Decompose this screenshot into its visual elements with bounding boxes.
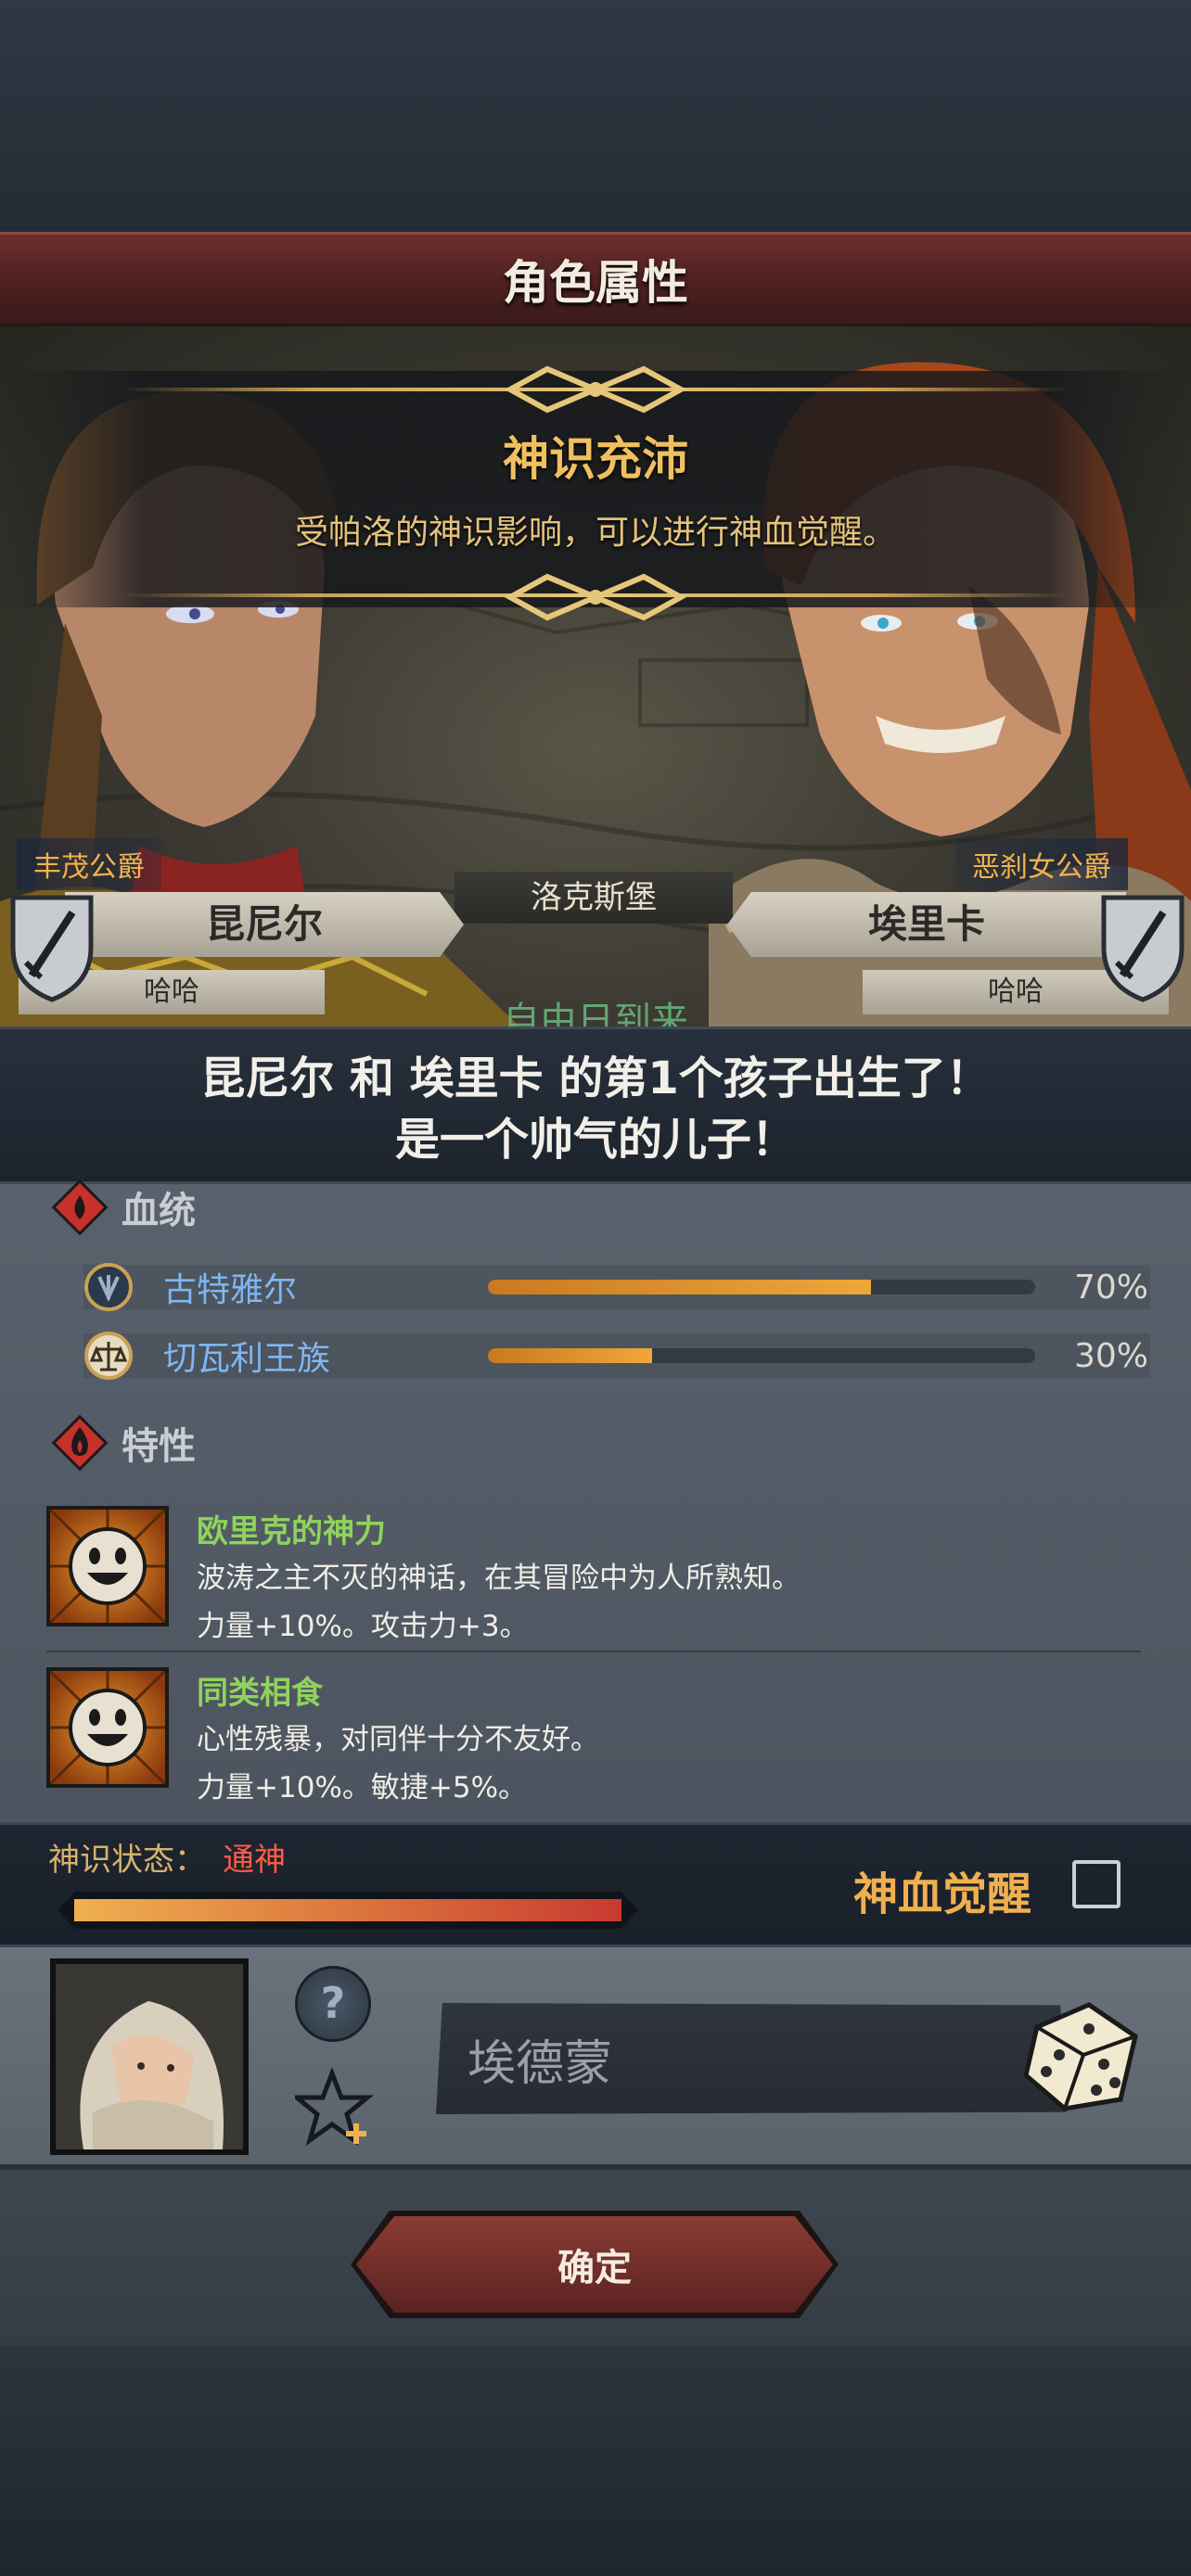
banner-ornament-top-icon — [504, 365, 687, 414]
bloodline-bar-fill — [488, 1280, 871, 1294]
trait-icon-frame — [46, 1667, 169, 1788]
trait-icon-frame — [46, 1506, 169, 1626]
divine-status-value: 通神 — [223, 1842, 286, 1879]
bloodline-bar — [488, 1280, 1035, 1294]
father-name-plate[interactable]: 昆尼尔 — [65, 892, 464, 957]
trait-item[interactable]: 同类相食 心性残暴，对同伴十分不友好。 力量+10%。敏捷+5%。 — [46, 1667, 1159, 1804]
mother-name-plate[interactable]: 埃里卡 — [727, 892, 1126, 957]
trait-name: 同类相食 — [197, 1675, 323, 1712]
bloodline-header-label: 血统 — [122, 1190, 196, 1232]
announcement-line-1: 昆尼尔 和 埃里卡 的第1个孩子出生了！ — [200, 1052, 991, 1104]
help-button[interactable]: ? — [295, 1966, 371, 2042]
father-title: 丰茂公爵 — [17, 838, 161, 890]
traits-header: 特性 — [51, 1413, 700, 1473]
bloodline-percent: 70% — [1073, 1268, 1148, 1307]
bloodline-name: 切瓦利王族 — [163, 1340, 331, 1378]
trait-effect: 力量+10%。敏捷+5%。 — [197, 1771, 528, 1804]
gutejar-emblem-icon — [84, 1263, 133, 1311]
top-background — [0, 0, 1191, 232]
trait-name: 欧里克的神力 — [197, 1513, 386, 1550]
footer-background — [0, 2346, 1191, 2576]
blood-awaken-label: 神血觉醒 — [853, 1868, 1032, 1920]
child-avatar — [50, 1958, 249, 2155]
bloodline-header: 血统 — [51, 1178, 700, 1237]
mother-sword-shield-icon — [1101, 895, 1185, 1002]
trait-effect: 力量+10%。攻击力+3。 — [197, 1610, 529, 1643]
flame-icon — [51, 1414, 109, 1472]
banner-title: 神识充沛 — [503, 432, 688, 486]
divine-status-fill — [74, 1899, 621, 1921]
bloodline-percent: 30% — [1073, 1336, 1148, 1375]
blood-awaken-checkbox[interactable] — [1072, 1860, 1121, 1908]
father-sword-shield-icon — [10, 895, 94, 1002]
page-title: 角色属性 — [503, 256, 688, 310]
traits-header-label: 特性 — [122, 1425, 196, 1468]
birth-announcement: 昆尼尔 和 埃里卡 的第1个孩子出生了！ 是一个帅气的儿子！ — [0, 1027, 1191, 1184]
bloodline-bar-fill — [488, 1348, 652, 1363]
trait-description: 心性残暴，对同伴十分不友好。 — [197, 1723, 599, 1756]
random-dice-icon[interactable] — [1018, 1990, 1143, 2114]
trait-divider — [46, 1651, 1141, 1652]
divine-status-label: 神识状态： — [48, 1842, 206, 1879]
bloodline-name: 古特雅尔 — [163, 1271, 298, 1309]
title-bar: 角色属性 — [0, 232, 1191, 326]
favorite-star-icon[interactable] — [295, 2066, 378, 2149]
location-label: 洛克斯堡 — [455, 872, 733, 924]
child-name-input[interactable] — [436, 2003, 1067, 2114]
trait-description: 波涛之主不灭的神话，在其冒险中为人所熟知。 — [197, 1562, 800, 1595]
blood-drop-icon — [51, 1179, 109, 1236]
bloodline-row: 切瓦利王族 30% — [83, 1330, 1150, 1382]
announcement-line-2: 是一个帅气的儿子！ — [394, 1114, 796, 1166]
scales-emblem-icon — [84, 1332, 133, 1380]
trait-item[interactable]: 欧里克的神力 波涛之主不灭的神话，在其冒险中为人所熟知。 力量+10%。攻击力+… — [46, 1506, 1159, 1643]
banner-subtitle: 受帕洛的神识影响，可以进行神血觉醒。 — [294, 514, 896, 552]
smiley-icon — [48, 1508, 167, 1625]
bloodline-row: 古特雅尔 70% — [83, 1261, 1150, 1313]
confirm-button[interactable]: 确定 — [356, 2216, 833, 2313]
baby-portrait — [56, 1964, 243, 2149]
mother-title: 恶刹女公爵 — [955, 838, 1128, 890]
smiley-icon — [48, 1669, 167, 1786]
bloodline-bar — [488, 1348, 1035, 1363]
banner-ornament-bottom-icon — [504, 573, 687, 621]
